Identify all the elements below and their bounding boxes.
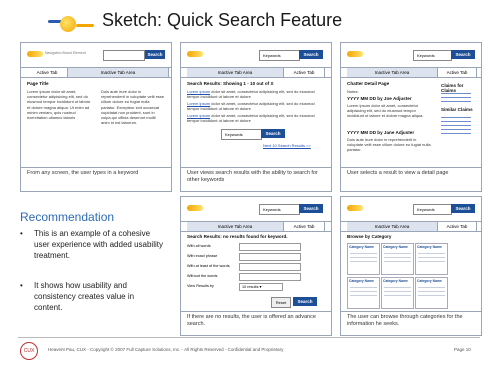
search-button[interactable]: Search — [145, 50, 165, 59]
brand-label: Navigation Brand Element — [45, 51, 86, 55]
panel-caption: If there are no results, the user is off… — [187, 314, 316, 327]
results-heading: Search Results: Showing 1 - 10 out of X — [187, 81, 274, 86]
form-row-without-words: Without the words — [187, 272, 327, 281]
browse-heading: Browse by Category — [347, 234, 392, 239]
search-button[interactable]: Search — [299, 50, 323, 59]
wireframe-panel-detail: Keywords Search Inactive Tab Area Active… — [340, 42, 482, 192]
body-text-left: Lorem ipsum dolor sit amet, consectetur … — [27, 89, 91, 121]
page-number: Page 10 — [454, 347, 471, 352]
brand-logo — [187, 205, 203, 211]
result-item[interactable]: Lorem ipsum dolor sit amet, consectetur … — [187, 89, 325, 99]
entry-text: Lorem ipsum dolor sit amet, consectetur … — [347, 103, 424, 119]
bullet-item: • It shows how usability and consistency … — [20, 281, 135, 312]
detail-title: Chatter Detail Page — [347, 81, 390, 86]
tab-active[interactable]: Active Tab — [438, 222, 477, 231]
category-box[interactable]: Category Name — [415, 277, 448, 309]
result-item[interactable]: Lorem ipsum dolor sit amet, consectetur … — [187, 101, 325, 111]
category-box[interactable]: Category Name — [381, 243, 414, 275]
cux-logo: CUX — [20, 342, 38, 360]
any-words-input[interactable] — [239, 263, 301, 271]
footer-divider — [18, 337, 480, 338]
panel-caption: From any screen, the user types in a key… — [27, 170, 139, 176]
sidebar-title: Claims for Claims — [441, 83, 464, 94]
sidebar-title: Similar Claims — [441, 107, 473, 112]
result-item[interactable]: Lorem ipsum dolor sit amet, consectetur … — [187, 113, 325, 123]
recommendation-title: Recommendation — [20, 210, 115, 224]
slide-title: Sketch: Quick Search Feature — [102, 10, 343, 30]
entry-heading: YYYY MM DD by Joe Adjuster — [347, 96, 412, 101]
keyword-select[interactable]: Keywords — [413, 50, 452, 61]
keyword-select[interactable]: Keywords — [259, 50, 300, 61]
entry-text: Duis aute irure dolor in reprehenderit i… — [347, 137, 431, 153]
exact-phrase-input[interactable] — [239, 253, 301, 261]
search-input[interactable] — [103, 50, 145, 61]
slide: Sketch: Quick Search Feature Navigation … — [0, 0, 495, 371]
wireframe-panel-advanced-search: Keywords Search Inactive Tab Area Active… — [180, 196, 332, 336]
notes-label: Notes: — [347, 89, 359, 94]
tab-active[interactable]: Active Tab — [27, 68, 68, 77]
brand-logo — [187, 51, 203, 57]
without-words-input[interactable] — [239, 273, 301, 281]
tab-inactive[interactable]: Inactive Tab Area — [347, 222, 438, 231]
category-box[interactable]: Category Name — [381, 277, 414, 309]
wireframe-panel-results: Keywords Search Inactive Tab Area Active… — [180, 42, 332, 192]
advanced-search-button[interactable]: Search — [293, 297, 317, 306]
bullet-item: • This is an example of a cohesive user e… — [20, 229, 163, 260]
page-title: Page Title — [27, 81, 49, 86]
form-row-any-words: With at least of the words — [187, 262, 327, 271]
form-row-all-words: With all words — [187, 242, 327, 251]
tab-inactive[interactable]: Inactive Tab Area — [187, 68, 284, 77]
brand-logo — [27, 51, 43, 57]
tab-inactive[interactable]: Inactive Tab Area — [68, 68, 169, 77]
search-button-bottom[interactable]: Search — [261, 129, 285, 138]
keyword-select[interactable]: Keywords — [259, 204, 300, 215]
body-text-right: Duis aute irure dolor in reprehenderit i… — [101, 89, 165, 126]
footer-copyright: Heavent Pau, CUX - Copyright © 2007 Full… — [48, 347, 284, 352]
all-words-input[interactable] — [239, 243, 301, 251]
category-box[interactable]: Category Name — [347, 243, 380, 275]
panel-caption: User selects a result to view a detail p… — [347, 170, 449, 176]
search-button[interactable]: Search — [451, 204, 475, 213]
tab-inactive[interactable]: Inactive Tab Area — [187, 222, 284, 231]
form-row-exact-phrase: With exact phrase — [187, 252, 327, 261]
full-capture-logo — [48, 14, 96, 34]
reset-button[interactable]: Reset — [271, 297, 291, 308]
next-results-link[interactable]: Next 10 Search Results >> — [263, 143, 311, 148]
tab-active[interactable]: Active Tab — [284, 68, 325, 77]
results-per-page-select[interactable]: 10 results ▾ — [239, 283, 283, 291]
tab-active[interactable]: Active Tab — [284, 222, 325, 231]
search-button[interactable]: Search — [299, 204, 323, 213]
panel-caption: The user can browse through categories f… — [347, 314, 463, 327]
panel-caption: User views search results with the abili… — [187, 170, 318, 183]
brand-logo — [347, 205, 363, 211]
tab-active[interactable]: Active Tab — [438, 68, 477, 77]
form-row-view-results: View Results by 10 results ▾ — [187, 282, 327, 291]
keyword-select-bottom[interactable]: Keywords — [221, 129, 262, 140]
no-results-heading: Search Results: no results found for key… — [187, 234, 288, 239]
wireframe-panel-browse: Keywords Search Inactive Tab Area Active… — [340, 196, 482, 336]
category-box[interactable]: Category Name — [347, 277, 380, 309]
entry-heading: YYYY MM DD by Jane Adjuster — [347, 130, 415, 135]
category-box[interactable]: Category Name — [415, 243, 448, 275]
wireframe-panel-home: Navigation Brand Element Search Active T… — [20, 42, 172, 192]
keyword-select[interactable]: Keywords — [413, 204, 452, 215]
search-button[interactable]: Search — [451, 50, 475, 59]
tab-inactive[interactable]: Inactive Tab Area — [347, 68, 438, 77]
brand-logo — [347, 51, 363, 57]
